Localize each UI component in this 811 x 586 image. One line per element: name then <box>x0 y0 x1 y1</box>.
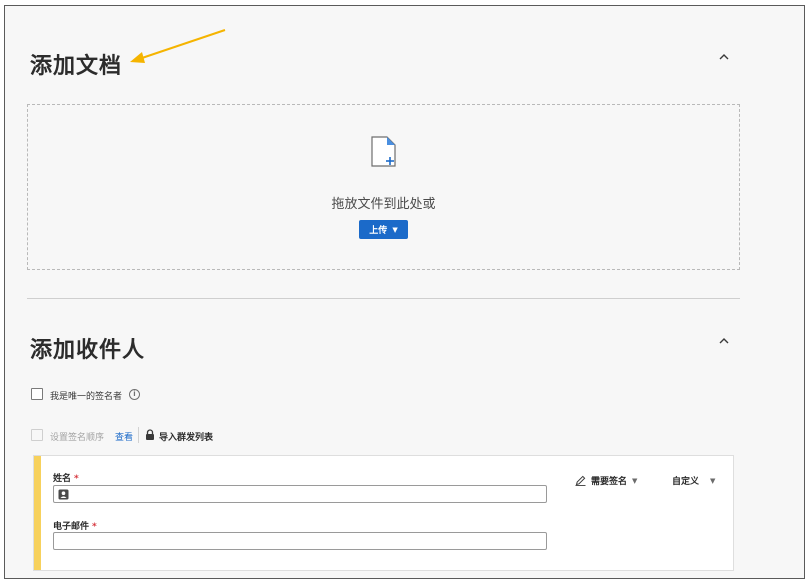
main-panel: 添加文档 拖放文件到此处或 上传 ▼ 添加收件人 我是唯一的签名者 i 设置签名… <box>4 5 805 579</box>
name-label-text: 姓名 <box>53 474 72 484</box>
name-input[interactable] <box>53 485 547 503</box>
email-label: 电子邮件 * <box>53 519 97 532</box>
caret-down-icon: ▼ <box>632 476 638 485</box>
custom-dropdown[interactable]: 自定义 ▼ <box>672 474 716 488</box>
add-documents-title: 添加文档 <box>30 54 123 79</box>
recipient-card: 姓名 * 电子邮件 * 需要签名 ▼ 自定义 ▼ <box>33 455 734 571</box>
collapse-documents-icon[interactable] <box>717 52 731 62</box>
collapse-recipients-icon[interactable] <box>717 336 731 346</box>
pen-icon <box>575 475 586 486</box>
caret-down-icon: ▼ <box>710 476 716 485</box>
signing-order-label: 设置签名顺序 <box>50 433 105 443</box>
document-drop-zone[interactable]: 拖放文件到此处或 上传 ▼ <box>27 104 740 270</box>
upload-button[interactable]: 上传 ▼ <box>359 220 408 239</box>
contact-book-icon[interactable] <box>58 489 69 500</box>
add-recipients-title: 添加收件人 <box>30 338 146 363</box>
drop-instruction: 拖放文件到此处或 <box>331 197 436 212</box>
role-label: 需要签名 <box>591 477 628 487</box>
section-divider <box>27 298 740 299</box>
import-bulk-list-button[interactable]: 导入群发列表 <box>159 430 213 443</box>
required-mark: * <box>74 474 79 484</box>
role-dropdown[interactable]: 需要签名 ▼ <box>575 474 637 487</box>
email-input[interactable] <box>53 532 547 550</box>
annotation-arrow <box>130 29 226 63</box>
required-mark: * <box>92 522 97 532</box>
signing-order-checkbox <box>31 429 43 441</box>
file-add-icon <box>371 136 396 167</box>
view-link[interactable]: 查看 <box>115 430 133 443</box>
name-label: 姓名 * <box>53 471 79 484</box>
info-icon[interactable]: i <box>129 389 140 400</box>
upload-button-label: 上传 <box>369 226 388 236</box>
custom-label: 自定义 <box>672 477 700 487</box>
recipient-accent-bar <box>34 456 41 570</box>
caret-down-icon: ▼ <box>392 225 398 234</box>
toolbar-separator <box>138 427 139 443</box>
only-signer-checkbox[interactable] <box>31 388 43 400</box>
only-signer-label: 我是唯一的签名者 <box>50 392 123 402</box>
lock-icon <box>146 429 154 440</box>
email-label-text: 电子邮件 <box>53 522 90 532</box>
